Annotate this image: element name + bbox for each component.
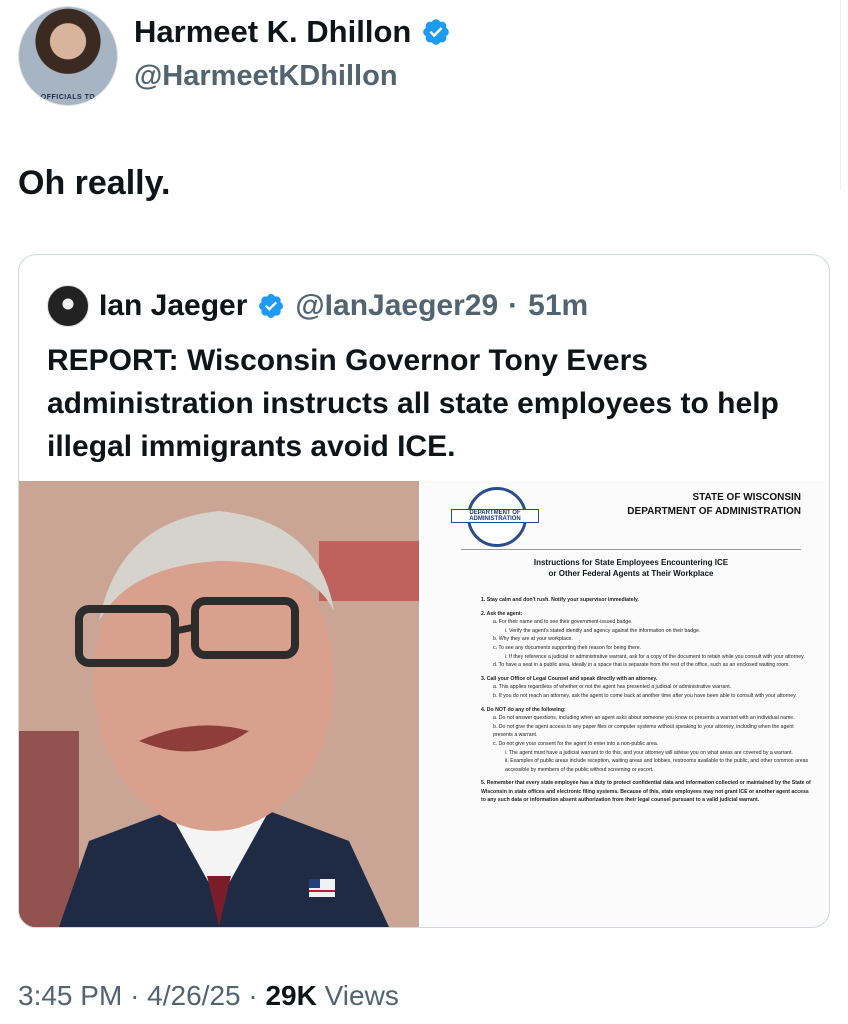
doc-section-5: 5. Remember that every state employee ha… (481, 780, 811, 804)
doc-body: 1. Stay calm and don't rush. Notify your… (481, 591, 811, 805)
memo-document-image[interactable]: DEPARTMENT OF ADMINISTRATION STATE OF WI… (421, 481, 829, 927)
doc-department-line: DEPARTMENT OF ADMINISTRATION (627, 506, 801, 517)
doc-title-line2: or Other Federal Agents at Their Workpla… (548, 569, 714, 578)
quote-author-handle[interactable]: @IanJaeger29 (295, 289, 498, 323)
doc-item: d. To have a seat in a public area, idea… (493, 662, 790, 669)
doc-section-4: 4. Do NOT do any of the following: (481, 706, 566, 713)
portrait-illustration (19, 481, 419, 927)
author-handle[interactable]: @HarmeetKDhillon (134, 60, 398, 93)
doc-item: i. Verify the agent's stated identity an… (505, 627, 701, 634)
doc-rule (461, 549, 801, 550)
tweet-text: Oh really. (18, 164, 171, 202)
author-name[interactable]: Harmeet K. Dhillon (134, 14, 411, 50)
views-label: Views (324, 980, 399, 1011)
author-avatar[interactable]: OFFICIALS TO (18, 6, 118, 106)
tweet-footer: 3:45 PM · 4/26/25 · 29K Views (18, 980, 399, 1012)
quote-avatar[interactable] (47, 285, 89, 327)
doc-item: i. If they reference a judicial or admin… (505, 653, 805, 660)
doc-letterhead: STATE OF WISCONSIN DEPARTMENT OF ADMINIS… (621, 491, 801, 519)
doc-item: a. This applies regardless of whether or… (493, 684, 732, 691)
doc-state-line: STATE OF WISCONSIN (692, 492, 801, 503)
governor-photo[interactable] (19, 481, 419, 927)
quote-text: REPORT: Wisconsin Governor Tony Evers ad… (47, 344, 779, 463)
doc-section-2: 2. Ask the agent: (481, 610, 523, 617)
tweet-date[interactable]: 4/26/25 (147, 980, 240, 1011)
seal-text: DEPARTMENT OF ADMINISTRATION (451, 509, 539, 523)
verified-badge-icon (259, 294, 284, 318)
author-name-row[interactable]: Harmeet K. Dhillon (134, 14, 451, 50)
quote-header: Ian Jaeger @IanJaeger29 · 51m (47, 285, 588, 327)
doc-item: b. Why they are at your workplace. (493, 636, 573, 643)
footer-separator: · (248, 980, 258, 1011)
doc-section-3: 3. Call your Office of Legal Counsel and… (481, 675, 658, 682)
footer-separator: · (130, 980, 140, 1011)
doc-item: b. Do not give the agent access to any p… (493, 723, 794, 739)
avatar-caption: OFFICIALS TO (40, 94, 96, 101)
quote-time[interactable]: 51m (528, 289, 588, 323)
tweet-time[interactable]: 3:45 PM (18, 980, 122, 1011)
doc-item: b. If you do not reach an attorney, ask … (493, 692, 797, 699)
doc-item: c. To see any documents supporting their… (493, 644, 642, 651)
doc-title: Instructions for State Employees Encount… (461, 557, 801, 579)
quote-separator: · (508, 289, 519, 322)
quoted-tweet-card[interactable]: Ian Jaeger @IanJaeger29 · 51m REPORT: Wi… (18, 254, 830, 928)
quote-author-name[interactable]: Ian Jaeger (99, 289, 247, 323)
doc-item: c. Do not give your consent for the agen… (493, 740, 659, 747)
doc-item: ii. Examples of public areas include rec… (505, 758, 809, 773)
right-divider (840, 0, 841, 190)
doc-item: a. For their name and to see their gover… (493, 619, 633, 626)
doc-section-1: 1. Stay calm and don't rush. Notify your… (481, 597, 639, 603)
doc-title-line1: Instructions for State Employees Encount… (533, 558, 729, 567)
doc-item: i. The agent must have a judicial warran… (505, 749, 793, 756)
doc-item: a. Do not answer questions, including wh… (493, 715, 795, 722)
views-count[interactable]: 29K (265, 980, 316, 1011)
verified-badge-icon (423, 19, 450, 45)
